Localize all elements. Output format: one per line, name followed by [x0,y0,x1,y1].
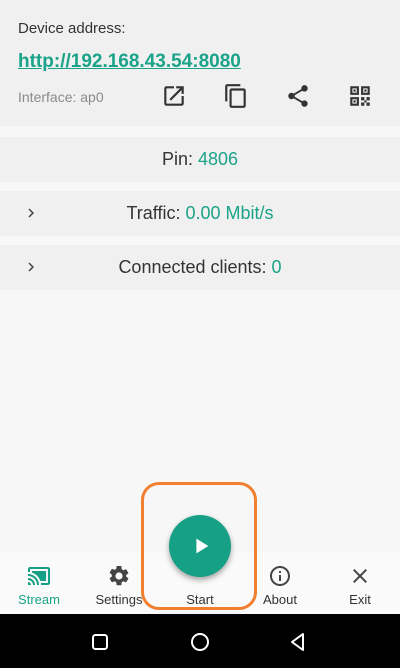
pin-value: 4806 [198,149,239,169]
clients-label: Connected clients: [118,257,267,277]
cast-icon [28,567,50,585]
play-icon [196,538,209,554]
system-navigation-bar [0,614,400,668]
share-icon[interactable] [284,82,312,110]
close-icon [353,569,367,583]
back-icon[interactable] [286,630,310,654]
square-icon[interactable] [88,630,112,654]
traffic-label: Traffic: [126,203,181,223]
clients-value: 0 [271,257,282,277]
address-card: Device address: http://192.168.43.54:808… [0,0,400,126]
start-button[interactable] [169,515,231,577]
nav-exit-label: Exit [349,592,371,607]
interface-label: Interface: ap0 [18,89,104,105]
device-url-link[interactable]: http://192.168.43.54:8080 [18,51,241,73]
pin-label: Pin: [161,149,193,169]
traffic-value: 0.00 Mbit/s [185,203,274,223]
copy-icon[interactable] [222,82,250,110]
gear-icon [109,565,129,586]
clients-row[interactable]: Connected clients: 0 [0,245,400,290]
circle-icon[interactable] [188,630,212,654]
nav-exit[interactable]: Exit [325,552,395,614]
info-icon [270,566,290,586]
device-address-label: Device address: [18,20,126,37]
pin-row: Pin: 4806 [0,137,400,182]
nav-stream-label: Stream [18,592,60,607]
traffic-row[interactable]: Traffic: 0.00 Mbit/s [0,191,400,236]
open-in-new-icon[interactable] [160,82,188,110]
nav-stream[interactable]: Stream [4,552,74,614]
qr-code-icon[interactable] [346,82,374,110]
